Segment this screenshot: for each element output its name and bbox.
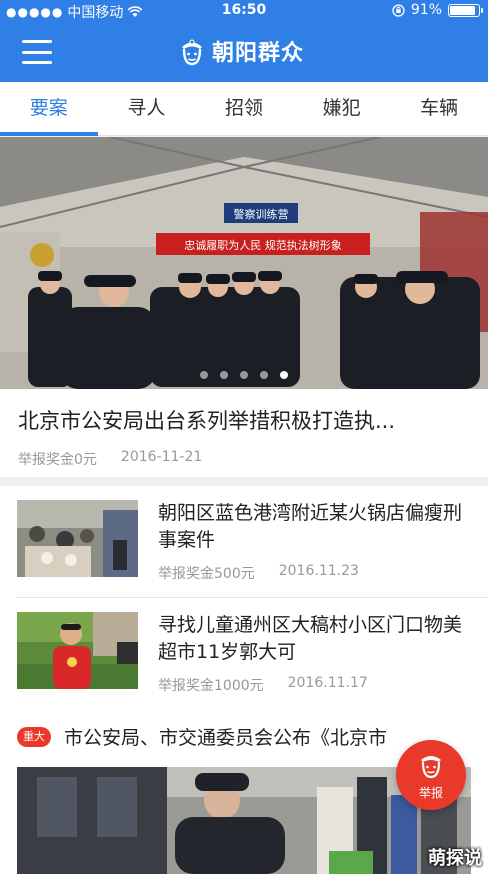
app-header: 朝阳群众 bbox=[0, 22, 488, 82]
banner-sign-text: 警察训练营 bbox=[234, 207, 289, 221]
orientation-lock-icon bbox=[392, 3, 405, 17]
tab-suspects[interactable]: 嫌犯 bbox=[293, 82, 391, 135]
article-title: 寻找儿童通州区大稿村小区门口物美超市11岁郭大可 bbox=[158, 614, 463, 663]
featured-title: 北京市公安局出台系列举措积极打造执... bbox=[18, 409, 396, 433]
tab-lost-and-found[interactable]: 招领 bbox=[195, 82, 293, 135]
status-bar: ●●●●● 中国移动 16:50 91% bbox=[0, 0, 488, 22]
featured-meta: 举报奖金0元 2016-11-21 bbox=[18, 449, 470, 469]
tab-vehicles[interactable]: 车辆 bbox=[390, 82, 488, 135]
banner-slogan-text: 忠诚履职为人民 规范执法树形象 bbox=[184, 238, 342, 252]
status-right: 91% bbox=[392, 2, 483, 18]
featured-article[interactable]: 北京市公安局出台系列举措积极打造执... 举报奖金0元 2016-11-21 bbox=[0, 389, 488, 477]
report-button[interactable]: 举报 bbox=[396, 740, 466, 810]
banner-carousel[interactable]: 警察训练营 忠诚履职为人民 规范执法树形象 bbox=[0, 137, 488, 389]
featured-reward: 举报奖金0元 bbox=[18, 452, 97, 468]
banner-image: 警察训练营 忠诚履职为人民 规范执法树形象 bbox=[0, 137, 488, 389]
police-face-icon bbox=[182, 39, 202, 66]
article-thumbnail bbox=[17, 500, 138, 577]
app-logo: 朝阳群众 bbox=[176, 34, 304, 68]
major-badge: 重大 bbox=[17, 727, 51, 747]
article-title: 朝阳区蓝色港湾附近某火锅店偏瘦刑事案件 bbox=[158, 502, 463, 551]
article-thumbnail bbox=[17, 612, 138, 689]
tab-missing-persons[interactable]: 寻人 bbox=[98, 82, 196, 135]
featured-date: 2016-11-21 bbox=[120, 449, 203, 465]
article-reward: 举报奖金1000元 bbox=[158, 678, 264, 694]
article-meta: 举报奖金1000元 2016.11.17 bbox=[158, 675, 368, 695]
battery-icon bbox=[448, 3, 483, 17]
article-date: 2016.11.17 bbox=[287, 675, 368, 691]
article-reward: 举报奖金500元 bbox=[158, 566, 255, 582]
tab-major-cases[interactable]: 要案 bbox=[0, 82, 98, 136]
hamburger-menu-icon[interactable] bbox=[22, 40, 52, 64]
carousel-indicators[interactable] bbox=[0, 371, 488, 379]
article-date: 2016.11.23 bbox=[278, 563, 359, 579]
article-title: 市公安局、市交通委员会公布《北京市 bbox=[64, 727, 388, 749]
police-face-icon bbox=[421, 756, 441, 779]
app-title: 朝阳群众 bbox=[212, 41, 305, 66]
watermark: 萌探说 bbox=[428, 848, 482, 869]
list-item[interactable]: 朝阳区蓝色港湾附近某火锅店偏瘦刑事案件 举报奖金500元 2016.11.23 bbox=[0, 486, 488, 598]
category-tabs: 要案 寻人 招领 嫌犯 车辆 bbox=[0, 82, 488, 136]
list-item[interactable]: 寻找儿童通州区大稿村小区门口物美超市11岁郭大可 举报奖金1000元 2016.… bbox=[0, 598, 488, 710]
battery-percent: 91% bbox=[410, 2, 442, 18]
report-button-label: 举报 bbox=[418, 786, 443, 800]
article-meta: 举报奖金500元 2016.11.23 bbox=[158, 563, 359, 583]
